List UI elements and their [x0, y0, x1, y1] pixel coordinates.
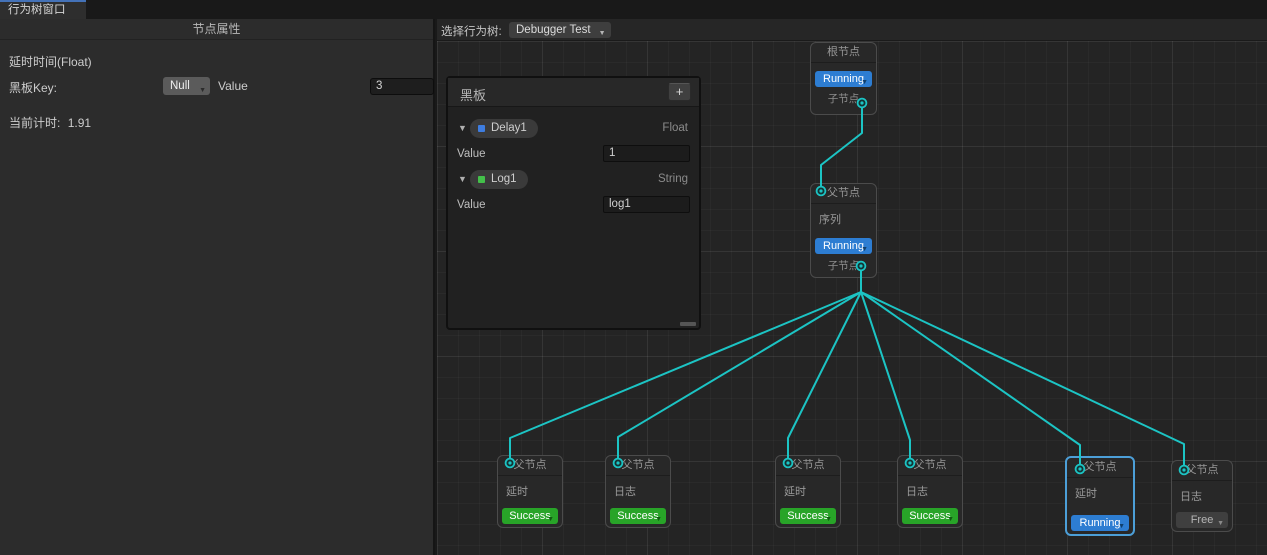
blackboard-panel: 黑板 + ▼ Delay1 Float Value 1 ▼ Log1 Strin…: [446, 76, 701, 330]
blackboard-entry: ▼ Log1 String: [455, 166, 690, 192]
entry-value-input[interactable]: log1: [603, 196, 690, 213]
tab-behavior-tree-window[interactable]: 行为树窗口: [0, 0, 86, 19]
node-title: 父节点: [498, 456, 562, 476]
node-title: 父节点: [1067, 458, 1133, 478]
status-dropdown[interactable]: Running ▼: [1071, 515, 1129, 531]
entry-value-input[interactable]: 1: [603, 145, 690, 162]
edge-root-to-sequence: [820, 106, 863, 188]
node-type-label: 序列: [819, 214, 841, 226]
blackboard-header: 黑板 +: [448, 78, 699, 107]
blackboard-key-label: 黑板Key:: [9, 81, 58, 95]
node-type-label: 日志: [906, 486, 928, 498]
inspector-header: 节点属性: [0, 19, 433, 40]
graph-canvas[interactable]: 根节点 Running ▼ 子节点 父节点 序列 Running ▼ 子节点 父…: [437, 41, 1267, 555]
root-node[interactable]: 根节点 Running ▼ 子节点: [810, 42, 877, 115]
entry-name-pill[interactable]: Delay1: [470, 118, 538, 138]
node-title: 父节点: [1172, 461, 1232, 481]
status-dropdown[interactable]: Free ▼: [1176, 512, 1228, 528]
status-dropdown[interactable]: Success ▼: [780, 508, 836, 524]
chevron-down-icon: ▼: [655, 516, 662, 523]
edge-sequence-to-leaf-5: [860, 269, 1081, 466]
chevron-down-icon[interactable]: ▼: [455, 123, 470, 133]
panel-resize-handle[interactable]: [680, 322, 696, 326]
node-title: 根节点: [811, 43, 876, 63]
node-title: 父节点: [811, 184, 876, 204]
chevron-down-icon: ▼: [861, 79, 868, 86]
tree-select-dropdown[interactable]: Debugger Test ▼: [509, 22, 611, 38]
edge-sequence-to-leaf-4: [860, 269, 911, 460]
node-type-label: 延时: [784, 486, 806, 498]
node-inspector-panel: 节点属性 延时时间(Float) 黑板Key: Null ▼ Value 3 当…: [0, 19, 435, 555]
current-timer-value: 1.91: [67, 116, 92, 130]
type-swatch: [478, 124, 485, 132]
entry-name-pill[interactable]: Log1: [470, 169, 528, 189]
node-title: 父节点: [898, 456, 962, 476]
child-port-label: 子节点: [827, 93, 860, 105]
chevron-down-icon: ▼: [947, 516, 954, 523]
status-dropdown[interactable]: Success ▼: [610, 508, 666, 524]
status-dropdown[interactable]: Success ▼: [902, 508, 958, 524]
status-dropdown[interactable]: Success ▼: [502, 508, 558, 524]
entry-type-label: Float: [662, 122, 688, 134]
chevron-down-icon: ▼: [547, 516, 554, 523]
leaf-node-2[interactable]: 父节点 日志 Success ▼: [605, 455, 671, 528]
edge-sequence-to-leaf-3: [787, 269, 862, 460]
leaf-node-1[interactable]: 父节点 延时 Success ▼: [497, 455, 563, 528]
blackboard-value-row: Value log1: [455, 192, 690, 217]
edge-sequence-to-leaf-6: [860, 269, 1185, 467]
chevron-down-icon: ▼: [1217, 520, 1224, 527]
leaf-node-4[interactable]: 父节点 日志 Success ▼: [897, 455, 963, 528]
blackboard-value-row: Value 1: [455, 141, 690, 166]
delay-value-input[interactable]: 3: [370, 78, 434, 95]
chevron-down-icon: ▼: [1118, 523, 1125, 530]
node-type-label: 延时: [1075, 488, 1097, 500]
status-dropdown[interactable]: Running ▼: [815, 71, 872, 87]
delay-time-label: 延时时间(Float): [9, 55, 92, 69]
chevron-down-icon: ▼: [825, 516, 832, 523]
graph-area: 选择行为树: Debugger Test ▼ 根节点 Running ▼ 子节点…: [437, 19, 1267, 555]
sequence-node[interactable]: 父节点 序列 Running ▼ 子节点: [810, 183, 877, 278]
current-timer-label: 当前计时:: [9, 116, 61, 130]
tab-bar: 行为树窗口: [0, 0, 1267, 19]
value-label: Value: [457, 147, 486, 160]
entry-type-label: String: [657, 173, 688, 185]
leaf-node-3[interactable]: 父节点 延时 Success ▼: [775, 455, 841, 528]
chevron-down-icon: ▼: [861, 246, 868, 253]
child-port-label: 子节点: [827, 260, 860, 272]
node-type-label: 日志: [614, 486, 636, 498]
select-tree-label: 选择行为树:: [441, 26, 502, 38]
node-title: 父节点: [606, 456, 670, 476]
chevron-down-icon: ▼: [598, 30, 606, 37]
value-label: Value: [457, 198, 486, 211]
node-type-label: 日志: [1180, 491, 1202, 503]
value-label: Value: [218, 79, 248, 93]
add-entry-button[interactable]: +: [668, 83, 691, 101]
status-dropdown[interactable]: Running ▼: [815, 238, 872, 254]
chevron-down-icon: ▼: [199, 87, 206, 94]
graph-toolbar: 选择行为树: Debugger Test ▼: [437, 19, 1267, 41]
chevron-down-icon[interactable]: ▼: [455, 174, 470, 184]
blackboard-key-dropdown[interactable]: Null ▼: [163, 77, 210, 95]
blackboard-title: 黑板: [460, 88, 487, 103]
node-type-label: 延时: [506, 486, 528, 498]
leaf-node-6[interactable]: 父节点 日志 Free ▼: [1171, 460, 1233, 532]
type-swatch: [478, 175, 485, 183]
node-title: 父节点: [776, 456, 840, 476]
blackboard-entry: ▼ Delay1 Float: [455, 115, 690, 141]
leaf-node-5[interactable]: 父节点 延时 Running ▼: [1065, 456, 1135, 536]
